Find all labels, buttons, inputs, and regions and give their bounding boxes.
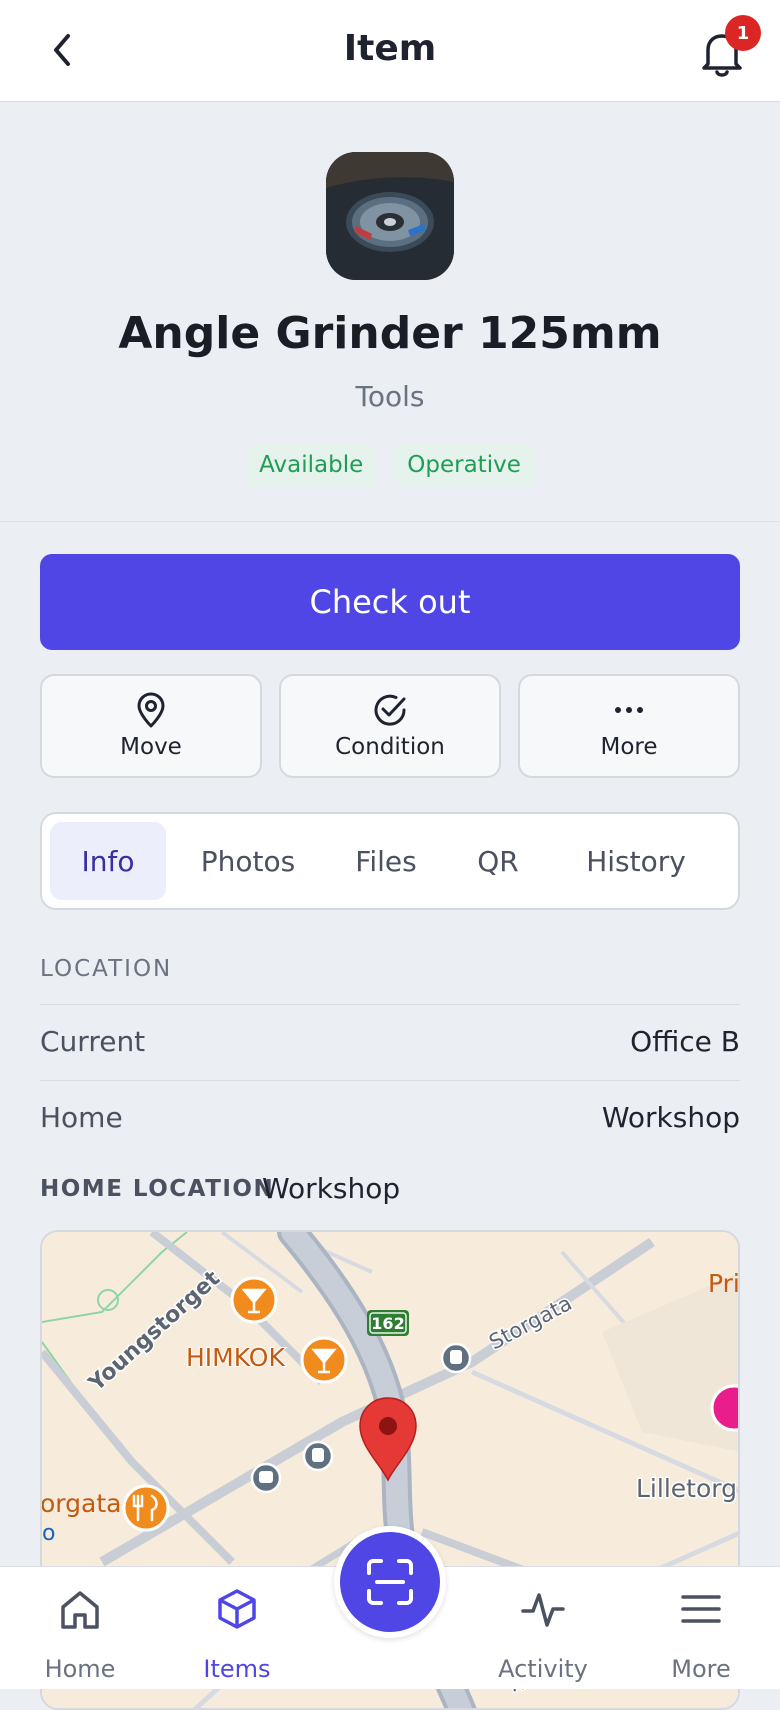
bus-stop-icon[interactable]	[250, 1462, 282, 1494]
more-actions-button[interactable]: More	[518, 674, 740, 778]
map-label-pri: Pri	[708, 1269, 740, 1298]
transit-stop-icon[interactable]	[302, 1440, 334, 1472]
nav-home[interactable]: Home	[10, 1567, 150, 1689]
more-label: More	[600, 734, 658, 760]
map-pin-icon	[137, 692, 165, 728]
road-shield-label: 162	[371, 1314, 404, 1333]
status-badge-operative: Operative	[393, 444, 535, 486]
item-photo[interactable]	[326, 152, 454, 280]
transit-stop-icon[interactable]	[440, 1342, 472, 1374]
tab-qr[interactable]: QR	[458, 822, 538, 900]
status-badge-available: Available	[245, 444, 378, 486]
nav-items-label: Items	[203, 1655, 271, 1683]
location-section-label: LOCATION	[40, 956, 173, 982]
item-category: Tools	[355, 380, 425, 413]
nav-more-label: More	[671, 1655, 731, 1683]
scan-icon	[367, 1559, 413, 1605]
nav-items[interactable]: Items	[167, 1567, 307, 1689]
location-row-current: Current Office B	[40, 1004, 740, 1081]
check-circle-icon	[374, 694, 406, 726]
nav-activity[interactable]: Activity	[473, 1567, 613, 1689]
nav-more[interactable]: More	[631, 1567, 771, 1689]
top-bar: Item 1	[0, 0, 780, 102]
restaurant-poi-icon[interactable]	[122, 1484, 170, 1532]
condition-label: Condition	[335, 734, 445, 760]
tab-files[interactable]: Files	[328, 822, 444, 900]
move-button[interactable]: Move	[40, 674, 262, 778]
bar-poi-icon[interactable]	[230, 1276, 278, 1324]
map-label-orgata: orgata	[42, 1489, 121, 1518]
nav-home-label: Home	[44, 1655, 116, 1683]
tab-bar: Info Photos Files QR History	[40, 812, 740, 910]
notification-badge: 1	[725, 15, 761, 51]
bar-poi-icon[interactable]	[300, 1336, 348, 1384]
nav-activity-label: Activity	[498, 1655, 588, 1683]
box-icon	[218, 1589, 256, 1629]
activity-icon	[521, 1593, 565, 1627]
page-title: Item	[343, 28, 437, 69]
map-label-o: o	[42, 1521, 55, 1546]
home-location-label: HOME LOCATION	[40, 1176, 275, 1202]
map-label-himkok: HIMKOK	[186, 1343, 285, 1372]
location-value: Office B	[630, 1025, 740, 1058]
condition-button[interactable]: Condition	[279, 674, 501, 778]
menu-icon	[681, 1595, 721, 1623]
map-label-lilletorg: Lilletorg	[636, 1474, 737, 1503]
tab-history[interactable]: History	[552, 822, 720, 900]
status-tags: Available Operative	[0, 444, 780, 486]
home-icon	[61, 1591, 99, 1629]
more-dots-icon	[615, 707, 643, 713]
move-label: Move	[120, 734, 182, 760]
angle-grinder-photo	[326, 152, 454, 280]
divider	[0, 521, 780, 522]
location-key: Current	[40, 1025, 146, 1058]
scan-button[interactable]	[334, 1526, 446, 1638]
location-key: Home	[40, 1101, 123, 1134]
tab-info[interactable]: Info	[50, 822, 166, 900]
location-value: Workshop	[601, 1101, 740, 1134]
item-name: Angle Grinder 125mm	[118, 308, 662, 359]
home-location-value: Workshop	[262, 1172, 401, 1205]
check-out-button[interactable]: Check out	[40, 554, 740, 650]
tab-photos[interactable]: Photos	[182, 822, 314, 900]
location-row-home: Home Workshop	[40, 1080, 740, 1157]
